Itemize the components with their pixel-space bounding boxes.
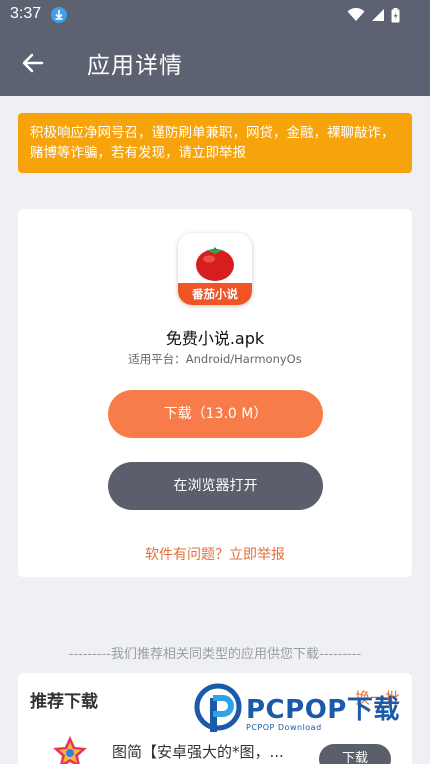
download-button[interactable]: 下载（13.0 M） xyxy=(108,390,323,438)
status-icons xyxy=(347,6,400,24)
recommend-title: 推荐下载 xyxy=(30,692,98,712)
battery-icon xyxy=(391,7,400,22)
app-detail-card: 番茄小说 免费小说.apk 适用平台：Android/HarmonyOs 下载（… xyxy=(18,209,412,577)
watermark-text: PCPOP下载 xyxy=(246,695,400,725)
wifi-icon xyxy=(347,8,365,21)
signal-icon xyxy=(372,9,384,21)
pcpop-watermark: PCPOP下载 PCPOP Download xyxy=(194,683,414,739)
open-in-browser-button[interactable]: 在浏览器打开 xyxy=(108,462,323,510)
arrow-left-icon[interactable] xyxy=(20,50,46,76)
report-link[interactable]: 软件有问题？立即举报 xyxy=(18,544,412,564)
list-item-download-button[interactable]: 下载 xyxy=(319,744,391,764)
recommend-divider-text: ---------我们推荐相关同类型的应用供您下载--------- xyxy=(68,647,362,662)
status-bar: 3:37 xyxy=(0,0,430,30)
star-app-icon xyxy=(52,735,88,764)
download-notification-icon xyxy=(51,7,67,23)
platform-info: 适用平台：Android/HarmonyOs xyxy=(128,352,302,366)
watermark-subtext: PCPOP Download xyxy=(246,723,322,732)
tomato-icon xyxy=(196,247,234,281)
app-icon-label: 番茄小说 xyxy=(178,283,252,305)
app-icon: 番茄小说 xyxy=(178,233,252,305)
fraud-warning-notice: 积极响应净网号召，谨防刷单兼职，网贷，金融，裸聊敲诈，赌博等诈骗，若有发现，请立… xyxy=(18,113,412,173)
page-title: 应用详情 xyxy=(87,53,183,79)
status-time: 3:37 xyxy=(10,5,42,22)
list-item-name[interactable]: 图简【安卓强大的*图，... xyxy=(112,741,307,762)
app-bar: 应用详情 xyxy=(0,30,430,96)
pcpop-logo-icon xyxy=(194,683,242,732)
file-name: 免费小说.apk xyxy=(165,329,265,348)
